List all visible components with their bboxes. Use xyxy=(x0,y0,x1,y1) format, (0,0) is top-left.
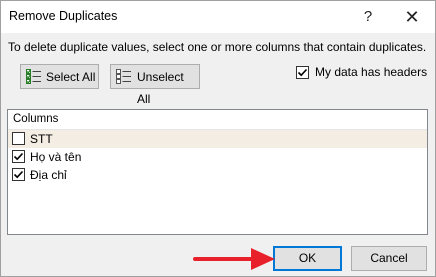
columns-header-label: Columns xyxy=(13,113,59,125)
column-row-dia-chi[interactable]: Địa chỉ xyxy=(8,166,427,184)
remove-duplicates-dialog: Remove Duplicates ? ✕ To delete duplicat… xyxy=(0,0,436,277)
instruction-text: To delete duplicate values, select one o… xyxy=(8,40,427,54)
column-label: Địa chỉ xyxy=(30,168,67,182)
columns-list[interactable]: Columns STT Họ và tên Địa chỉ xyxy=(7,109,428,235)
close-button[interactable]: ✕ xyxy=(390,1,434,33)
select-all-icon xyxy=(26,69,41,84)
title-bar: Remove Duplicates ? ✕ xyxy=(1,1,435,33)
checkmark-icon xyxy=(297,68,308,77)
checkmark-icon xyxy=(13,152,24,161)
checkmark-icon xyxy=(13,170,24,179)
dialog-title: Remove Duplicates xyxy=(9,9,118,23)
column-checkbox-stt[interactable] xyxy=(12,132,25,145)
unselect-all-icon xyxy=(116,69,131,84)
column-checkbox-ho-va-ten[interactable] xyxy=(12,150,25,163)
column-label: STT xyxy=(30,132,53,146)
my-data-has-headers-checkbox[interactable] xyxy=(296,66,309,79)
unselect-all-button[interactable]: Unselect All xyxy=(110,64,200,106)
ok-button[interactable]: OK xyxy=(273,246,342,271)
select-all-button[interactable]: Select All xyxy=(20,64,99,89)
my-data-has-headers-label[interactable]: My data has headers xyxy=(315,65,427,79)
unselect-all-label: Unselect All xyxy=(137,70,184,106)
columns-list-header: Columns xyxy=(8,110,427,130)
help-button[interactable]: ? xyxy=(346,1,390,33)
column-label: Họ và tên xyxy=(30,150,82,164)
cancel-button[interactable]: Cancel xyxy=(351,246,427,271)
red-arrow-annotation xyxy=(193,248,275,270)
select-all-label: Select All xyxy=(46,70,96,84)
column-row-stt[interactable]: STT xyxy=(8,130,427,148)
column-checkbox-dia-chi[interactable] xyxy=(12,168,25,181)
column-row-ho-va-ten[interactable]: Họ và tên xyxy=(8,148,427,166)
